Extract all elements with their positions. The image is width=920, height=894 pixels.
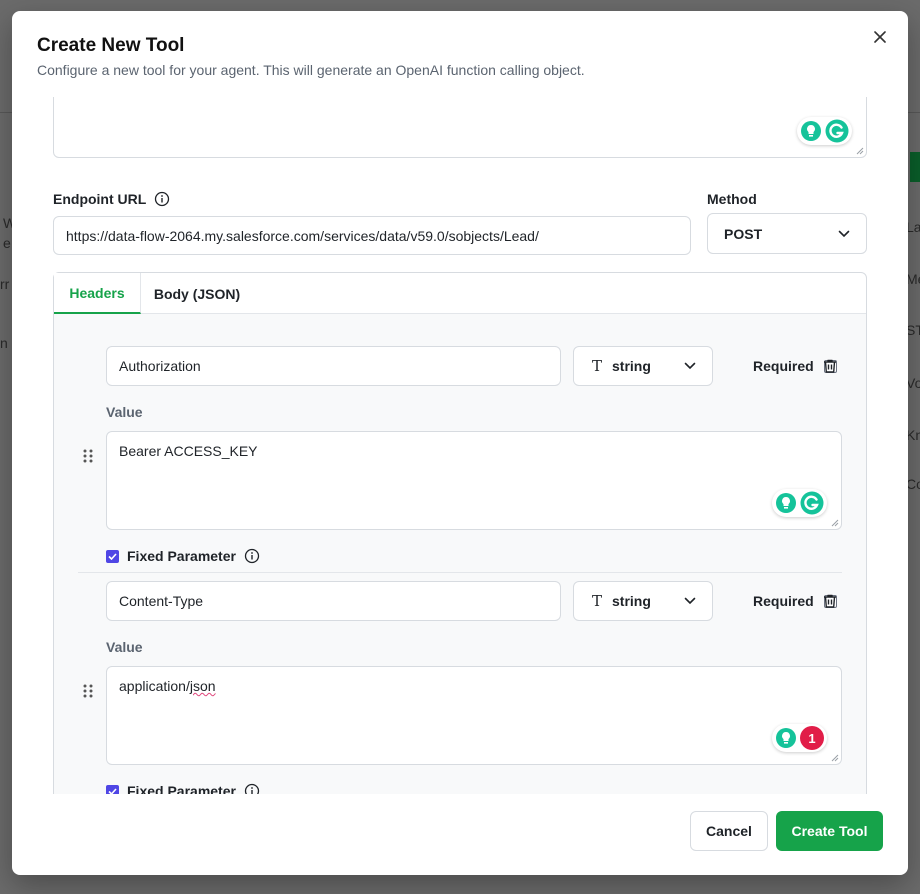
close-button[interactable] <box>870 27 890 47</box>
header-type-value: string <box>612 358 651 374</box>
grammarly-widget[interactable]: 1 <box>772 724 827 752</box>
grammarly-issues-badge: 1 <box>800 726 824 750</box>
cancel-button-label: Cancel <box>706 823 752 839</box>
value-label: Value <box>106 404 143 420</box>
background-text: n <box>0 335 8 351</box>
fixed-parameter-toggle: Fixed Parameter <box>106 548 260 564</box>
method-value: POST <box>724 225 763 242</box>
header-divider <box>78 572 842 573</box>
tab-body-json[interactable]: Body (JSON) <box>141 273 253 314</box>
trash-icon[interactable] <box>822 593 838 609</box>
check-icon <box>108 552 117 560</box>
grammarly-icon <box>825 119 849 143</box>
background-text: Kn <box>906 427 920 443</box>
grammarly-widget[interactable] <box>772 489 827 517</box>
close-icon <box>874 31 886 43</box>
spellcheck-word: json <box>189 678 216 694</box>
header-type-select[interactable]: T string <box>573 581 713 621</box>
resize-handle-icon[interactable] <box>856 147 864 155</box>
fixed-parameter-toggle: Fixed Parameter <box>106 783 260 794</box>
chevron-down-icon <box>684 362 696 370</box>
cancel-button[interactable]: Cancel <box>690 811 768 851</box>
header-value-text: Bearer ACCESS_KEY <box>119 443 258 459</box>
header-value-prefix: application/ <box>119 678 190 694</box>
background-accent-button <box>910 152 920 182</box>
lightbulb-icon <box>776 493 796 513</box>
required-label: Required <box>753 358 814 374</box>
method-select[interactable]: POST <box>707 213 867 254</box>
background-text: Co <box>906 476 920 492</box>
endpoint-url-label-text: Endpoint URL <box>53 191 147 207</box>
header-name-input[interactable]: Content-Type <box>106 581 561 621</box>
background-text: Me <box>906 271 920 287</box>
info-icon[interactable] <box>244 783 260 794</box>
background-text: ST <box>906 322 920 338</box>
endpoint-url-value: https://data-flow-2064.my.salesforce.com… <box>66 227 539 244</box>
lightbulb-icon <box>801 121 821 141</box>
required-label: Required <box>753 593 814 609</box>
chevron-down-icon <box>684 597 696 605</box>
grammarly-widget[interactable] <box>797 117 852 145</box>
create-tool-button-label: Create Tool <box>791 823 868 839</box>
create-tool-dialog: Create New Tool Configure a new tool for… <box>12 11 908 875</box>
header-value-text: application/json <box>119 678 216 694</box>
tab-list: Headers Body (JSON) <box>54 273 866 314</box>
header-value-textarea[interactable]: application/json 1 <box>106 666 842 765</box>
drag-handle-icon[interactable] <box>82 683 94 699</box>
headers-tab-content: Authorization T string Required Value Be… <box>54 314 866 794</box>
parameters-tabs-panel: Headers Body (JSON) Authorization T stri… <box>53 272 867 794</box>
tab-headers-label: Headers <box>69 284 125 301</box>
header-name-value: Content-Type <box>119 593 204 609</box>
check-icon <box>108 787 117 794</box>
background-text: rr <box>0 276 10 292</box>
dialog-title: Create New Tool <box>37 35 185 56</box>
info-icon[interactable] <box>244 548 260 564</box>
tab-headers[interactable]: Headers <box>54 273 141 314</box>
description-textarea[interactable] <box>53 97 867 158</box>
fixed-parameter-checkbox[interactable] <box>106 784 119 794</box>
create-tool-button[interactable]: Create Tool <box>776 811 883 851</box>
header-value-textarea[interactable]: Bearer ACCESS_KEY <box>106 431 842 530</box>
header-type-select[interactable]: T string <box>573 346 713 386</box>
text-type-icon: T <box>592 592 603 610</box>
trash-icon[interactable] <box>822 358 838 374</box>
endpoint-url-label: Endpoint URL <box>53 191 170 207</box>
text-type-icon: T <box>592 357 603 375</box>
method-label-text: Method <box>707 191 757 207</box>
lightbulb-icon <box>776 728 796 748</box>
fixed-parameter-label: Fixed Parameter <box>127 548 236 564</box>
header-type-value: string <box>612 593 651 609</box>
fixed-parameter-checkbox[interactable] <box>106 549 119 563</box>
background-text: La <box>906 219 920 235</box>
resize-handle-icon[interactable] <box>831 754 839 762</box>
resize-handle-icon[interactable] <box>831 519 839 527</box>
dialog-description: Configure a new tool for your agent. Thi… <box>37 62 585 78</box>
header-name-input[interactable]: Authorization <box>106 346 561 386</box>
background-text: e <box>3 235 11 251</box>
header-name-value: Authorization <box>119 358 201 374</box>
tab-body-json-label: Body (JSON) <box>153 285 241 302</box>
background-text: Vo <box>906 375 920 391</box>
value-label: Value <box>106 639 143 655</box>
dialog-scroll-area[interactable]: Endpoint URL https://data-flow-2064.my.s… <box>12 97 908 794</box>
drag-handle-icon[interactable] <box>82 448 94 464</box>
info-icon[interactable] <box>154 191 170 207</box>
method-label: Method <box>707 191 757 207</box>
endpoint-url-input[interactable]: https://data-flow-2064.my.salesforce.com… <box>53 216 691 255</box>
chevron-down-icon <box>838 230 850 237</box>
fixed-parameter-label: Fixed Parameter <box>127 783 236 794</box>
grammarly-icon <box>800 491 824 515</box>
